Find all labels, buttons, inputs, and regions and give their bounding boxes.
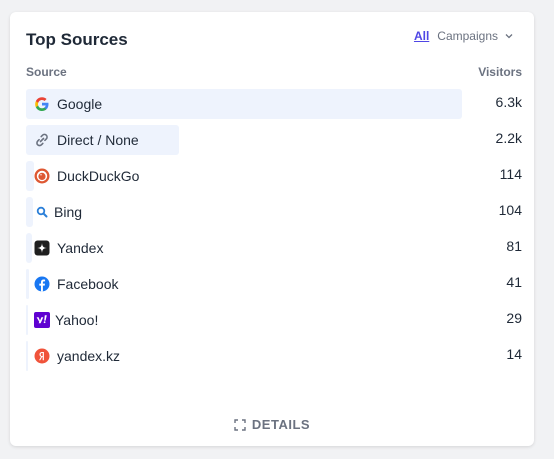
list-item: DuckDuckGo 114 (26, 160, 522, 196)
list-item: Google 6.3k (26, 88, 522, 124)
source-name: Yahoo! (55, 312, 99, 328)
column-header-source: Source (26, 65, 67, 79)
tab-campaigns[interactable]: Campaigns (437, 29, 514, 43)
source-link[interactable]: yandex.kz (34, 340, 120, 372)
visitor-count: 29 (506, 310, 522, 326)
visitor-count: 14 (506, 346, 522, 362)
column-header-visitors: Visitors (478, 65, 522, 79)
google-icon (35, 97, 49, 111)
duckduckgo-icon (34, 168, 50, 184)
source-link[interactable]: DuckDuckGo (34, 160, 139, 192)
list-item: Yahoo! 29 (26, 304, 522, 340)
visitor-count: 41 (506, 274, 522, 290)
top-sources-card: Top Sources All Campaigns Source Visitor… (10, 12, 534, 446)
visitor-bar (26, 161, 34, 191)
tab-campaigns-label: Campaigns (437, 29, 498, 43)
yahoo-icon (34, 312, 50, 328)
visitor-count: 104 (498, 202, 522, 218)
visitor-bar (26, 305, 28, 335)
source-name: DuckDuckGo (57, 168, 140, 184)
source-link[interactable]: Yandex (34, 232, 103, 264)
source-link[interactable]: Yahoo! (34, 304, 98, 336)
yandex-icon (34, 240, 50, 256)
source-name: Direct / None (57, 132, 139, 148)
card-title: Top Sources (26, 30, 128, 49)
facebook-icon (34, 276, 50, 292)
source-link[interactable]: Bing (34, 196, 82, 228)
details-button[interactable]: DETAILS (10, 417, 534, 432)
list-item: Direct / None 2.2k (26, 124, 522, 160)
sources-list: Google 6.3k Direct / None 2.2k DuckDuckG… (26, 88, 522, 376)
source-name: Google (57, 96, 103, 112)
source-name: Yandex (57, 240, 104, 256)
visitor-bar (26, 233, 32, 263)
source-link[interactable]: Direct / None (34, 124, 139, 156)
source-name: Facebook (57, 276, 119, 292)
source-name: Bing (54, 204, 83, 220)
yandex-kz-icon (34, 348, 50, 364)
source-name: yandex.kz (57, 348, 121, 364)
source-link[interactable]: Facebook (34, 268, 118, 300)
list-item: yandex.kz 14 (26, 340, 522, 376)
visitor-count: 2.2k (495, 130, 522, 146)
expand-icon (234, 418, 246, 431)
visitor-count: 81 (506, 238, 522, 254)
visitor-bar (26, 197, 33, 227)
list-item: Facebook 41 (26, 268, 522, 304)
source-tabs: All Campaigns (414, 29, 514, 43)
visitor-bar (26, 341, 28, 371)
chevron-down-icon (505, 34, 513, 39)
visitor-count: 6.3k (495, 94, 522, 110)
source-link[interactable]: Google (34, 88, 102, 120)
list-item: Yandex 81 (26, 232, 522, 268)
link-icon (36, 133, 48, 147)
details-label: DETAILS (251, 417, 311, 432)
visitor-bar (26, 269, 29, 299)
visitor-count: 114 (499, 166, 522, 182)
bing-search-icon (36, 206, 48, 218)
list-item: Bing 104 (26, 196, 522, 232)
tab-all[interactable]: All (414, 29, 429, 43)
